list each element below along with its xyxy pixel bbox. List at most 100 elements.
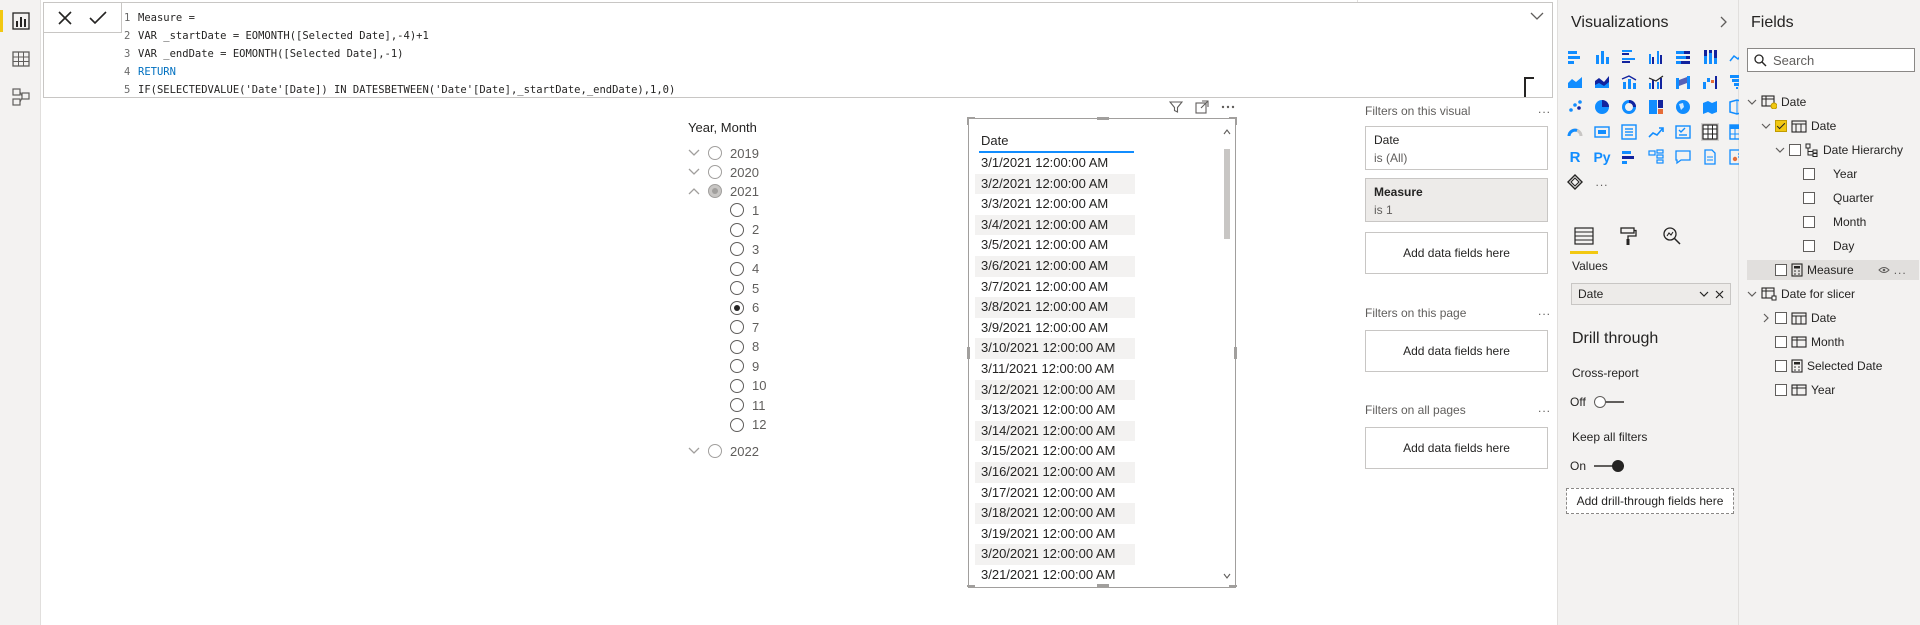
100-column-chart-icon[interactable] bbox=[1701, 48, 1719, 66]
fields-tab-icon[interactable] bbox=[1570, 222, 1598, 254]
radio-icon[interactable] bbox=[708, 444, 722, 458]
radio-icon[interactable] bbox=[730, 417, 744, 432]
table-row[interactable]: 3/8/2021 12:00:00 AM bbox=[975, 297, 1135, 318]
table-row[interactable]: 3/14/2021 12:00:00 AM bbox=[975, 420, 1135, 442]
dax-editor[interactable]: 1 Measure = 2 VAR _startDate = EOMONTH([Se… bbox=[124, 9, 1524, 99]
radio-icon[interactable] bbox=[730, 359, 744, 373]
field-checkbox[interactable] bbox=[1803, 168, 1815, 180]
radio-icon[interactable] bbox=[730, 203, 744, 217]
slicer-item-month[interactable]: 7 bbox=[730, 318, 759, 336]
table-row[interactable]: 3/1/2021 12:00:00 AM bbox=[975, 153, 1135, 174]
table-row[interactable]: 3/9/2021 12:00:00 AM bbox=[975, 318, 1135, 339]
radio-icon[interactable] bbox=[708, 146, 722, 160]
python-visual-icon[interactable]: Py bbox=[1593, 148, 1611, 166]
slicer-item-month[interactable]: 3 bbox=[730, 240, 759, 258]
table-row[interactable]: 3/17/2021 12:00:00 AM bbox=[975, 483, 1135, 504]
slicer-item-month[interactable]: 5 bbox=[730, 279, 759, 297]
slicer-item-2021[interactable]: 2021 bbox=[688, 182, 759, 200]
radio-icon[interactable] bbox=[730, 222, 744, 237]
column-header-date[interactable]: Date bbox=[979, 127, 1134, 153]
table-row[interactable]: 3/5/2021 12:00:00 AM bbox=[975, 235, 1135, 256]
drill-through-fields-well[interactable]: Add drill-through fields here bbox=[1566, 488, 1734, 514]
more-options-icon[interactable] bbox=[1221, 100, 1235, 114]
field-checkbox[interactable] bbox=[1775, 360, 1787, 372]
radio-icon[interactable] bbox=[730, 242, 744, 256]
chevron-down-icon[interactable] bbox=[1761, 122, 1771, 130]
scrollbar-thumb[interactable] bbox=[1224, 149, 1230, 239]
waterfall-chart-icon[interactable] bbox=[1701, 73, 1719, 91]
field-checkbox[interactable] bbox=[1803, 192, 1815, 204]
clustered-bar-chart-icon[interactable] bbox=[1620, 48, 1638, 66]
pie-chart-icon[interactable] bbox=[1593, 98, 1611, 116]
field-checkbox[interactable] bbox=[1775, 384, 1787, 396]
filter-card-date[interactable]: Date is (All) bbox=[1365, 126, 1548, 170]
model-view-icon[interactable] bbox=[8, 84, 34, 110]
filter-card-measure[interactable]: Measure is 1 bbox=[1365, 178, 1548, 222]
table-row[interactable]: 3/13/2021 12:00:00 AM bbox=[975, 400, 1135, 421]
r-script-visual-icon[interactable]: R bbox=[1566, 148, 1584, 166]
more-options-icon[interactable]: ... bbox=[1538, 401, 1551, 415]
radio-icon[interactable] bbox=[730, 300, 744, 315]
chevron-up-icon[interactable] bbox=[688, 187, 702, 195]
report-view-icon[interactable] bbox=[0, 8, 34, 34]
resize-handle[interactable] bbox=[967, 585, 975, 587]
format-paint-roller-icon[interactable] bbox=[1614, 222, 1642, 250]
chevron-down-icon[interactable] bbox=[1775, 146, 1785, 154]
add-page-filter-well[interactable]: Add data fields here bbox=[1365, 330, 1548, 372]
kpi-icon[interactable] bbox=[1647, 123, 1665, 141]
resize-handle[interactable] bbox=[967, 117, 969, 125]
analytics-magnifier-icon[interactable] bbox=[1658, 222, 1686, 250]
radio-icon[interactable] bbox=[730, 281, 744, 295]
slicer-item-month[interactable]: 1 bbox=[730, 201, 759, 219]
chevron-right-icon[interactable] bbox=[1761, 313, 1771, 323]
gauge-icon[interactable] bbox=[1566, 123, 1584, 141]
power-apps-icon[interactable] bbox=[1566, 173, 1584, 191]
table-row[interactable]: 3/20/2021 12:00:00 AM bbox=[975, 544, 1135, 565]
chevron-down-icon[interactable] bbox=[688, 447, 702, 455]
slicer-item-2020[interactable]: 2020 bbox=[688, 163, 759, 181]
stacked-area-chart-icon[interactable] bbox=[1593, 73, 1611, 91]
field-date-column[interactable]: Date bbox=[1761, 116, 1836, 136]
multi-row-card-icon[interactable] bbox=[1620, 123, 1638, 141]
formula-bar[interactable]: 1 Measure = 2 VAR _startDate = EOMONTH([Se… bbox=[43, 2, 1553, 98]
slicer-item-month[interactable]: 10 bbox=[730, 377, 766, 395]
line-and-column-chart-icon[interactable] bbox=[1620, 73, 1638, 91]
field-checkbox[interactable] bbox=[1803, 240, 1815, 252]
paginated-report-icon[interactable] bbox=[1701, 148, 1719, 166]
slicer-item-month[interactable]: 4 bbox=[730, 260, 759, 278]
field-selected-date[interactable]: Selected Date bbox=[1775, 356, 1882, 376]
resize-handle[interactable] bbox=[1235, 117, 1237, 125]
table-date-for-slicer[interactable]: Date for slicer bbox=[1747, 284, 1855, 304]
field-checkbox[interactable] bbox=[1775, 336, 1787, 348]
table-row[interactable]: 3/18/2021 12:00:00 AM bbox=[975, 503, 1135, 524]
table-row[interactable]: 3/11/2021 12:00:00 AM bbox=[975, 359, 1135, 380]
clustered-column-chart-icon[interactable] bbox=[1647, 48, 1665, 66]
field-checkbox[interactable] bbox=[1789, 144, 1801, 156]
stacked-column-chart-icon[interactable] bbox=[1593, 48, 1611, 66]
toggle-knob[interactable] bbox=[1593, 396, 1606, 408]
field-slicer-month[interactable]: Month bbox=[1775, 332, 1844, 352]
qa-visual-icon[interactable] bbox=[1674, 148, 1692, 166]
add-visual-filter-well[interactable]: Add data fields here bbox=[1365, 232, 1548, 274]
field-checkbox[interactable] bbox=[1803, 216, 1815, 228]
ribbon-chart-icon[interactable] bbox=[1674, 73, 1692, 91]
radio-icon[interactable] bbox=[708, 165, 722, 179]
radio-icon[interactable] bbox=[708, 184, 722, 198]
resize-handle[interactable] bbox=[1229, 585, 1237, 587]
filled-map-icon[interactable] bbox=[1701, 98, 1719, 116]
map-icon[interactable] bbox=[1674, 98, 1692, 116]
table-row[interactable]: 3/12/2021 12:00:00 AM bbox=[975, 379, 1135, 401]
slicer-item-month[interactable]: 6 bbox=[730, 299, 759, 317]
slicer-item-month[interactable]: 12 bbox=[730, 416, 766, 434]
line-and-clustered-column-icon[interactable] bbox=[1647, 73, 1665, 91]
slicer-item-2019[interactable]: 2019 bbox=[688, 144, 759, 162]
hierarchy-level-year[interactable]: Year bbox=[1803, 164, 1857, 184]
field-checkbox[interactable] bbox=[1775, 312, 1787, 324]
chevron-down-icon[interactable] bbox=[1747, 290, 1757, 298]
field-checkbox[interactable] bbox=[1775, 264, 1787, 276]
more-options-icon[interactable]: ... bbox=[1538, 304, 1551, 318]
chevron-down-icon[interactable] bbox=[1699, 291, 1709, 297]
table-date[interactable]: Date bbox=[1747, 92, 1806, 112]
hierarchy-level-day[interactable]: Day bbox=[1803, 236, 1854, 256]
table-row[interactable]: 3/19/2021 12:00:00 AM bbox=[975, 524, 1135, 545]
